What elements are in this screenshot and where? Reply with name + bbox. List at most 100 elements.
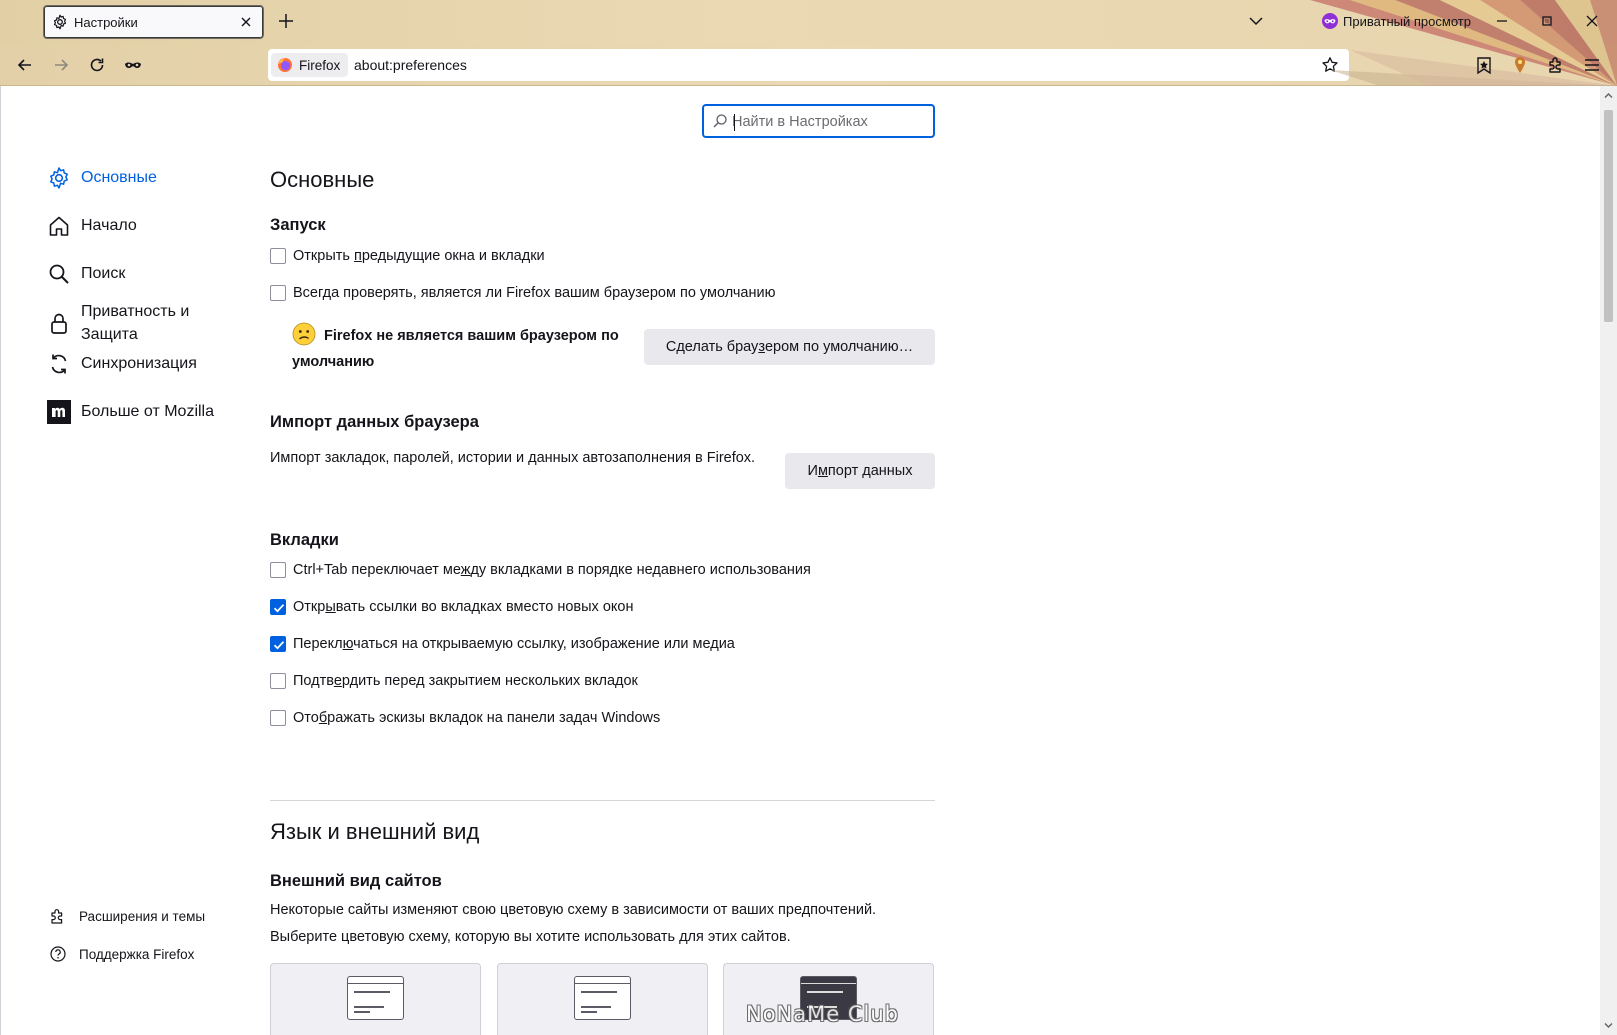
- addons-themes-label: Расширения и темы: [79, 908, 206, 924]
- firefox-support-link[interactable]: Поддержка Firefox: [49, 945, 194, 963]
- hamburger-menu-icon[interactable]: [1582, 55, 1602, 75]
- category-label: Синхронизация: [81, 355, 197, 372]
- taskbar-previews-checkbox[interactable]: [270, 710, 286, 726]
- import-heading: Импорт данных браузера: [270, 413, 479, 431]
- extension-pin-icon[interactable]: [1510, 55, 1530, 75]
- restore-session-checkbox[interactable]: [270, 248, 286, 264]
- maximize-icon[interactable]: [1538, 12, 1556, 30]
- switch-to-new-tab-checkbox[interactable]: [270, 636, 286, 652]
- new-tab-plus-icon[interactable]: [276, 11, 296, 31]
- scheme-preview-light: [347, 976, 404, 1020]
- restore-session-label: Открыть предыдущие окна и вкладки: [293, 248, 545, 264]
- url-text[interactable]: about:preferences: [354, 57, 467, 73]
- firefox-window: Настройки Приватный просмотр Firefox abo…: [0, 0, 1617, 1035]
- private-mask-icon: [1322, 13, 1338, 29]
- not-default-text: Firefox не является вашим браузером по у…: [292, 328, 619, 370]
- back-arrow-icon[interactable]: [15, 55, 35, 75]
- general-title: Основные: [270, 167, 375, 192]
- category-general[interactable]: Основные: [47, 166, 157, 190]
- identity-box[interactable]: Firefox: [271, 53, 349, 77]
- category-label: Поиск: [81, 265, 126, 282]
- category-label: Начало: [81, 217, 137, 234]
- lock-icon: [51, 313, 67, 334]
- gear-icon: [53, 14, 67, 30]
- search-icon: [713, 114, 727, 128]
- not-default-warning: Firefox не является вашим браузером по у…: [292, 322, 632, 375]
- category-label: Основные: [81, 169, 157, 186]
- import-data-button[interactable]: Им порт данных: [785, 453, 935, 489]
- private-mask-icon[interactable]: [123, 55, 143, 75]
- category-label: Приватность и Защита: [81, 303, 190, 343]
- ctrl-tab-checkbox[interactable]: [270, 562, 286, 578]
- restore-session-checkbox-row[interactable]: Открыть предыдущие окна и вкладки: [270, 248, 545, 264]
- taskbar-previews-checkbox-row[interactable]: Отображать эскизы вкладок на панели зада…: [270, 710, 660, 726]
- scroll-down-arrow-icon[interactable]: [1603, 1020, 1614, 1031]
- addons-themes-link[interactable]: Расширения и темы: [49, 907, 205, 925]
- switch-to-new-tab-checkbox-row[interactable]: Переключаться на открываемую ссылку, изо…: [270, 636, 735, 652]
- firefox-logo-icon: [278, 58, 292, 72]
- tabs-heading: Вкладки: [270, 531, 339, 549]
- private-browsing-indicator: Приватный просмотр: [1322, 13, 1471, 29]
- appearance-description-2: Выберите цветовую схему, которую вы хоти…: [270, 929, 791, 945]
- open-links-in-tabs-label: Открывать ссылки во вкладках вместо новы…: [293, 599, 634, 615]
- category-label: Больше от Mozilla: [81, 403, 215, 420]
- extensions-puzzle-icon[interactable]: [1546, 55, 1566, 75]
- category-more-from-mozilla[interactable]: Больше от Mozilla: [47, 400, 214, 424]
- gear-icon: [50, 167, 68, 189]
- open-links-in-tabs-checkbox[interactable]: [270, 599, 286, 615]
- tab-title: Настройки: [74, 15, 138, 30]
- watermark-text: NoNaMe Club: [746, 1002, 899, 1026]
- sync-icon: [51, 354, 67, 374]
- language-appearance-title: Язык и внешний вид: [270, 819, 480, 844]
- startup-heading: Запуск: [270, 216, 326, 234]
- make-default-button[interactable]: Сделать брау з ером по умолчанию…: [644, 329, 935, 365]
- firefox-support-label: Поддержка Firefox: [79, 946, 195, 962]
- always-check-default-checkbox-row[interactable]: Всегда проверять, является ли Firefox ва…: [270, 285, 775, 301]
- category-privacy[interactable]: Приватность и Защита: [47, 300, 211, 346]
- window-close-icon[interactable]: [1583, 12, 1601, 30]
- identity-label: Firefox: [299, 57, 341, 73]
- taskbar-previews-label: Отображать эскизы вкладок на панели зада…: [293, 710, 661, 726]
- website-appearance-heading: Внешний вид сайтов: [270, 872, 442, 890]
- chevron-down-icon[interactable]: [1247, 12, 1265, 30]
- color-scheme-option-light[interactable]: [497, 963, 708, 1035]
- scroll-up-arrow-icon[interactable]: [1603, 90, 1614, 101]
- library-icon[interactable]: [1474, 55, 1494, 75]
- category-sync[interactable]: Синхронизация: [47, 352, 197, 376]
- search-input[interactable]: [732, 111, 928, 133]
- warn-close-tabs-checkbox-row[interactable]: Подтвердить перед закрытием нескольких в…: [270, 673, 638, 689]
- preferences-page: Основные Начало Поиск Приватность и Защи…: [0, 86, 1600, 1035]
- help-icon: [50, 946, 66, 962]
- color-scheme-option-auto[interactable]: [270, 963, 481, 1035]
- ctrl-tab-checkbox-row[interactable]: Ctrl+Tab переключает между вкладками в п…: [270, 562, 811, 578]
- search-preferences[interactable]: [702, 104, 935, 138]
- ctrl-tab-label: Ctrl+Tab переключает между вкладками в п…: [293, 562, 811, 578]
- category-home[interactable]: Начало: [47, 214, 137, 238]
- confused-face-icon: [292, 322, 316, 346]
- always-check-default-checkbox[interactable]: [270, 285, 286, 301]
- mozilla-icon: [47, 400, 71, 424]
- puzzle-icon: [51, 909, 63, 924]
- warn-close-tabs-label: Подтвердить перед закрытием нескольких в…: [293, 673, 638, 689]
- scrollbar-thumb[interactable]: [1604, 110, 1613, 322]
- appearance-description-1: Некоторые сайты изменяют свою цветовую с…: [270, 902, 877, 918]
- warn-close-tabs-checkbox[interactable]: [270, 673, 286, 689]
- address-bar[interactable]: Firefox about:preferences: [268, 49, 1349, 81]
- scheme-preview-light: [574, 976, 631, 1020]
- section-divider: [270, 800, 935, 801]
- minimize-icon[interactable]: [1493, 12, 1511, 30]
- home-icon: [49, 216, 69, 236]
- vertical-scrollbar[interactable]: [1600, 86, 1617, 1035]
- import-description: Импорт закладок, паролей, истории и данн…: [270, 450, 756, 466]
- category-search[interactable]: Поиск: [47, 262, 125, 286]
- forward-arrow-icon[interactable]: [51, 55, 71, 75]
- close-icon[interactable]: [237, 13, 255, 31]
- switch-to-new-tab-label: Переключаться на открываемую ссылку, изо…: [293, 636, 735, 652]
- open-links-in-tabs-checkbox-row[interactable]: Открывать ссылки во вкладках вместо новы…: [270, 599, 633, 615]
- always-check-default-label: Всегда проверять, является ли Firefox ва…: [293, 285, 776, 301]
- private-browsing-label: Приватный просмотр: [1343, 13, 1471, 29]
- tab-settings[interactable]: Настройки: [43, 5, 264, 39]
- reload-icon[interactable]: [87, 55, 107, 75]
- text-caret: [734, 114, 735, 131]
- search-icon: [49, 264, 69, 284]
